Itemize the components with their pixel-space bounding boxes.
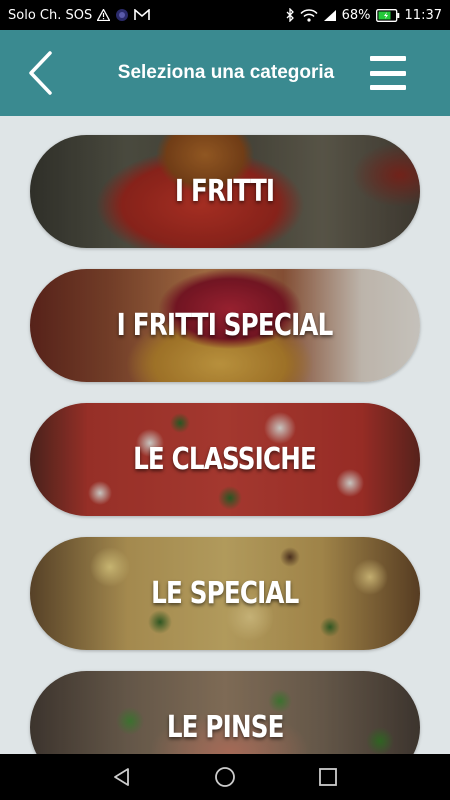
vpn-icon: [115, 8, 129, 22]
nav-recents-button[interactable]: [308, 757, 348, 797]
warning-icon: [97, 9, 111, 21]
category-label: I FRITTI: [175, 174, 275, 209]
category-card[interactable]: LE SPECIAL: [30, 537, 420, 650]
category-label: LE CLASSICHE: [133, 442, 318, 477]
hamburger-menu-icon: [370, 56, 406, 61]
nav-back-button[interactable]: [102, 757, 142, 797]
category-card[interactable]: I FRITTI SPECIAL: [30, 269, 420, 382]
status-right: 68% 11:37: [285, 8, 442, 23]
app-bar: Seleziona una categoria: [0, 30, 450, 116]
category-list: I FRITTI I FRITTI SPECIAL LE CLASSICHE L…: [0, 116, 450, 754]
category-label: I FRITTI SPECIAL: [117, 308, 334, 343]
home-circle-icon: [215, 767, 235, 787]
recents-square-icon: [319, 768, 338, 786]
category-label: LE SPECIAL: [151, 576, 299, 611]
category-label: LE PINSE: [166, 710, 285, 745]
status-bar: Solo Ch. SOS 68% 11:37: [0, 0, 450, 30]
carrier-label: Solo Ch. SOS: [8, 7, 93, 23]
menu-button[interactable]: [370, 53, 406, 93]
back-triangle-icon: [113, 768, 129, 786]
category-card[interactable]: LE CLASSICHE: [30, 403, 420, 516]
battery-icon: [375, 8, 400, 22]
wifi-icon: [300, 8, 318, 22]
category-card[interactable]: I FRITTI: [30, 135, 420, 248]
nav-home-button[interactable]: [205, 757, 245, 797]
category-card[interactable]: LE PINSE: [30, 671, 420, 754]
signal-icon: [323, 9, 337, 22]
battery-percent: 68%: [341, 7, 371, 23]
navigation-bar: [0, 754, 450, 800]
bluetooth-icon: [285, 8, 295, 22]
status-left: Solo Ch. SOS: [8, 7, 151, 23]
clock: 11:37: [404, 7, 442, 23]
gmail-icon: [134, 9, 151, 21]
